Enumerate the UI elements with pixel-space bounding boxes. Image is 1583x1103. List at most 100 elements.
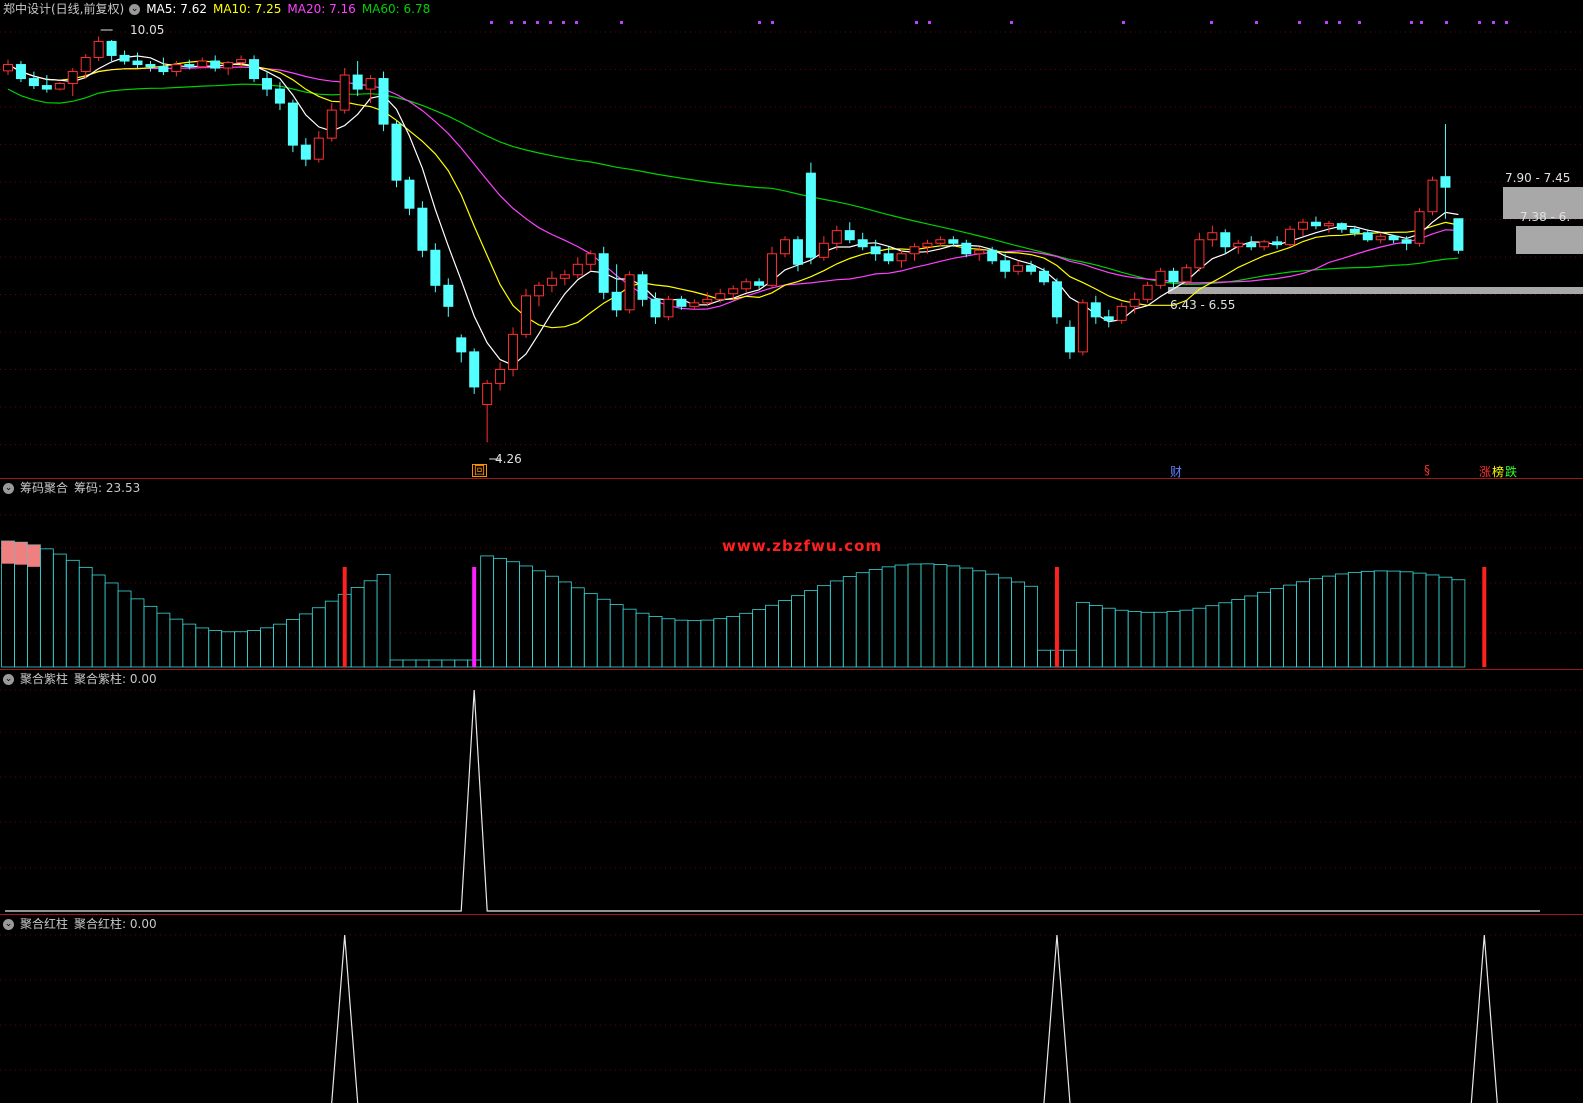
- candle: [1142, 284, 1153, 300]
- candle: [585, 253, 596, 265]
- candle: [145, 64, 156, 68]
- candle: [1427, 179, 1438, 213]
- candle: [1155, 270, 1166, 286]
- candle: [1362, 232, 1373, 241]
- panel-toggle-icon[interactable]: ⌄: [3, 674, 14, 685]
- marker-hui-icon[interactable]: 回: [472, 464, 487, 477]
- candle: [274, 88, 285, 104]
- marker-dot: [523, 21, 526, 24]
- candle: [1168, 270, 1179, 283]
- candle: [106, 40, 117, 56]
- marker-dot: [1410, 21, 1413, 24]
- chip-bar: [868, 569, 883, 668]
- chip-bar: [376, 574, 391, 668]
- chip-bar: [428, 659, 443, 668]
- panel-toggle-icon[interactable]: ⌄: [3, 919, 14, 930]
- candle: [132, 60, 143, 66]
- chip-bar: [1166, 611, 1181, 668]
- chip-bar: [881, 566, 896, 668]
- chip-bar: [791, 595, 805, 668]
- marker-dot: [1505, 21, 1508, 24]
- main-kline-panel: 郑中设计(日线,前复权) ⌄ MA5: 7.62 MA10: 7.25 MA20: 7.…: [0, 0, 1583, 479]
- candle: [1453, 218, 1464, 251]
- candle: [41, 85, 52, 90]
- marker-dot: [758, 21, 761, 24]
- candle: [158, 66, 169, 73]
- candle: [1207, 232, 1218, 241]
- price-range-band: [1168, 287, 1583, 294]
- chip-bar: [1451, 579, 1466, 668]
- candle: [857, 239, 868, 248]
- chip-bar: [674, 619, 689, 668]
- candle: [456, 337, 467, 353]
- candle: [313, 137, 324, 160]
- price-range-band: [1516, 226, 1583, 254]
- candle: [624, 274, 635, 311]
- chip-bar: [1088, 605, 1103, 668]
- candle: [508, 333, 519, 370]
- marker-dot: [490, 21, 493, 24]
- zi-header: ⌄ 聚合紫柱 聚合紫柱: 0.00: [0, 670, 163, 688]
- chip-bar: [1412, 572, 1427, 668]
- candle: [663, 298, 674, 318]
- chip-bar: [1360, 570, 1375, 668]
- chip-bar: [78, 566, 93, 668]
- chip-bar: [713, 618, 728, 668]
- chip-bar: [1334, 573, 1349, 668]
- candle: [987, 249, 998, 262]
- chip-bar: [286, 619, 300, 668]
- chip-bar: [1257, 591, 1272, 668]
- ma60-line: [7, 83, 1459, 286]
- chip-bar: [1399, 571, 1414, 668]
- chip-bar: [234, 631, 248, 668]
- candle: [119, 54, 130, 62]
- candle: [1103, 316, 1114, 321]
- chip-bar: [1322, 575, 1336, 668]
- chip-bar: [493, 557, 507, 668]
- chip-bar: [130, 598, 145, 668]
- chip-bar: [907, 563, 922, 668]
- chip-bar: [765, 604, 779, 668]
- hong-header: ⌄ 聚合红柱 聚合红柱: 0.00: [0, 915, 163, 933]
- candle: [521, 295, 531, 335]
- candle: [650, 298, 661, 318]
- candle: [1090, 302, 1101, 318]
- chip-bar: [519, 565, 533, 668]
- candle: [870, 246, 881, 255]
- candle: [1349, 228, 1360, 234]
- chip-bar: [920, 563, 935, 668]
- marker-dot: [1010, 21, 1013, 24]
- candle: [365, 78, 376, 90]
- chip-bar: [557, 581, 572, 668]
- watermark: www.zbzfwu.com: [722, 537, 883, 555]
- chip-bar-top: [27, 544, 41, 567]
- chip-bar: [247, 630, 261, 668]
- chip-bar: [1024, 585, 1038, 668]
- marker-s-icon[interactable]: §: [1424, 463, 1430, 477]
- range-label-upper: 7.90 - 7.45: [1505, 171, 1571, 185]
- candle: [80, 57, 91, 73]
- chip-bar: [506, 561, 520, 668]
- candle: [223, 61, 234, 69]
- chip-bar: [972, 570, 987, 668]
- chip-bar: [596, 598, 611, 668]
- hong-panel: ⌄ 聚合红柱 聚合红柱: 0.00: [0, 915, 1583, 1103]
- chip-bar: [169, 618, 184, 668]
- chip-bar: [842, 576, 857, 668]
- chip-bar: [260, 627, 274, 668]
- marker-dot: [928, 21, 931, 24]
- candle: [236, 59, 247, 63]
- candle: [1272, 241, 1283, 246]
- candle: [1401, 239, 1412, 244]
- panel-toggle-icon[interactable]: ⌄: [3, 483, 14, 494]
- candle: [1194, 239, 1205, 269]
- candle: [1129, 298, 1140, 307]
- chip-bar: [1205, 605, 1220, 668]
- candle: [598, 253, 609, 293]
- candle: [326, 109, 337, 139]
- marker-dot: [1478, 21, 1481, 24]
- candle: [1051, 281, 1062, 318]
- candle: [844, 230, 855, 241]
- candle: [728, 288, 739, 295]
- chip-bar: [635, 612, 650, 668]
